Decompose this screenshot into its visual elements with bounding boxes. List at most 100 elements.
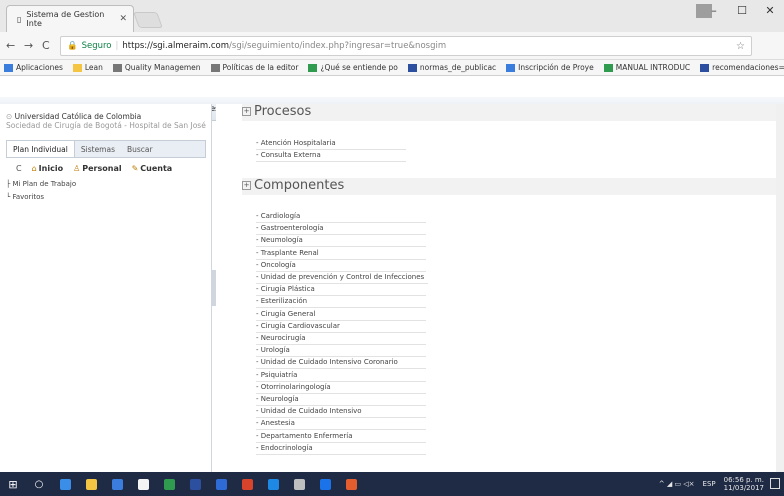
reload-icon[interactable]: C <box>42 39 50 52</box>
taskbar-app-icon[interactable] <box>78 472 104 496</box>
search-icon: ○ <box>34 478 44 490</box>
bookmark-item[interactable]: ¿Qué se entiende po <box>308 63 398 72</box>
componente-item[interactable]: - Anestesia <box>256 418 426 431</box>
componente-item[interactable]: - Unidad de prevención y Control de Infe… <box>256 272 428 284</box>
tab-plan-individual[interactable]: Plan Individual <box>7 141 75 157</box>
tab-title: Sistema de Gestion Inte <box>26 10 105 28</box>
app-icon <box>241 478 253 490</box>
org-subtitle: Sociedad de Cirugía de Bogotá - Hospital… <box>6 121 206 130</box>
bookmark-label: Políticas de la editor <box>222 63 299 72</box>
proceso-item[interactable]: - Atención Hospitalaria <box>256 138 406 150</box>
org-icon: ⊙ <box>6 112 15 121</box>
bookmark-label: Aplicaciones <box>16 63 63 72</box>
componente-item[interactable]: - Otorrinolaringología <box>256 382 426 394</box>
componente-item[interactable]: - Unidad de Cuidado Intensivo <box>256 406 426 419</box>
refresh-icon[interactable]: C <box>16 164 22 173</box>
language-indicator[interactable]: ESP <box>703 480 716 488</box>
bookmark-item[interactable]: Inscripción de Proye <box>506 63 594 72</box>
taskbar-app-icon[interactable] <box>234 472 260 496</box>
left-panel: ⊙ Universidad Católica de Colombia Socie… <box>0 104 212 472</box>
windows-taskbar: ⊞ ○ ^ ◢ ▭ ◁× ESP 06:56 p. m. 11/03/2017 <box>0 472 784 496</box>
maximize-icon[interactable]: ☐ <box>728 0 756 22</box>
taskbar-app-icon[interactable] <box>104 472 130 496</box>
bookmark-item[interactable]: Quality Managemen <box>112 63 201 72</box>
componente-item[interactable]: - Neurología <box>256 394 426 406</box>
bookmark-label: ¿Qué se entiende po <box>320 63 398 72</box>
sidebar-tabs: Plan Individual Sistemas Buscar <box>6 140 206 158</box>
close-window-icon[interactable]: ✕ <box>756 0 784 22</box>
bookmark-label: Quality Managemen <box>124 63 201 72</box>
componente-item[interactable]: - Psiquiatría <box>256 370 426 382</box>
bookmark-label: normas_de_publicac <box>419 63 497 72</box>
procesos-heading[interactable]: + Procesos <box>242 104 311 119</box>
app-icon <box>111 478 123 490</box>
componente-item[interactable]: - Cardiología <box>256 211 426 223</box>
componente-item[interactable]: - Cirugía Cardiovascular <box>256 321 426 333</box>
taskbar-app-icon[interactable] <box>312 472 338 496</box>
tree-item-plan[interactable]: ├ Mi Plan de Trabajo <box>6 180 76 188</box>
componente-item[interactable]: - Neumología <box>256 235 426 248</box>
app-icon <box>345 478 357 490</box>
bookmark-item[interactable]: Aplicaciones <box>4 63 63 72</box>
componente-item[interactable]: - Neurocirugía <box>256 333 426 345</box>
bookmark-item[interactable]: recomendaciones=s <box>700 63 784 72</box>
browser-tab[interactable]: ▯ Sistema de Gestion Inte ✕ <box>6 5 134 32</box>
start-button[interactable]: ⊞ <box>0 472 26 496</box>
taskbar-app-icon[interactable] <box>52 472 78 496</box>
tab-sistemas[interactable]: Sistemas <box>75 141 121 157</box>
procesos-title: Procesos <box>254 104 312 119</box>
componente-item[interactable]: - Gastroenterología <box>256 223 426 236</box>
bookmarks-bar: Aplicaciones Lean Quality Managemen Polític… <box>0 60 784 76</box>
componentes-title: Componentes <box>254 178 345 193</box>
taskbar-app-icon[interactable] <box>156 472 182 496</box>
tray-icons[interactable]: ^ ◢ ▭ ◁× <box>659 480 695 488</box>
bookmark-icon <box>210 63 220 72</box>
back-icon[interactable]: ← <box>6 39 15 52</box>
proceso-item[interactable]: - Consulta Externa <box>256 150 406 162</box>
componente-item[interactable]: - Trasplante Renal <box>256 248 426 260</box>
tree-item-favoritos[interactable]: └ Favoritos <box>6 193 44 201</box>
bookmark-item[interactable]: Lean <box>72 63 103 72</box>
componente-item[interactable]: - Departamento Enfermería <box>256 431 426 443</box>
taskbar-app-icon[interactable] <box>338 472 364 496</box>
bookmark-item[interactable]: normas_de_publicac <box>407 63 497 72</box>
clock[interactable]: 06:56 p. m. 11/03/2017 <box>724 476 764 492</box>
url-field[interactable]: 🔒 Seguro | https://sgi.almeraim.com/sgi/… <box>60 36 752 56</box>
bookmark-star-icon[interactable]: ☆ <box>736 41 745 52</box>
bookmark-item[interactable]: MANUAL INTRODUC <box>603 63 690 72</box>
componente-item[interactable]: - Endocrinología <box>256 443 426 455</box>
app-icon <box>85 478 97 490</box>
vertical-scrollbar[interactable] <box>776 104 784 472</box>
componente-item[interactable]: - Esterilización <box>256 296 426 309</box>
componente-item[interactable]: - Oncología <box>256 260 426 272</box>
forward-icon[interactable]: → <box>24 39 33 52</box>
menu-personal[interactable]: ♙ Personal <box>73 164 122 173</box>
taskbar-app-icon[interactable] <box>286 472 312 496</box>
menu-cuenta[interactable]: ✎ Cuenta <box>132 164 173 173</box>
expand-icon: + <box>242 107 251 116</box>
app-icon <box>189 478 201 490</box>
taskbar-app-icon[interactable] <box>208 472 234 496</box>
componente-item[interactable]: - Cirugía Plástica <box>256 284 426 297</box>
componente-item[interactable]: - Cirugía General <box>256 309 426 321</box>
bookmark-label: Lean <box>84 63 103 72</box>
clock-time: 06:56 p. m. <box>723 476 764 484</box>
procesos-header-bar <box>242 104 776 121</box>
close-tab-icon[interactable]: ✕ <box>119 14 127 24</box>
taskbar-app-icon[interactable] <box>182 472 208 496</box>
bookmark-item[interactable]: Políticas de la editor <box>210 63 299 72</box>
minimize-icon[interactable]: – <box>700 0 728 22</box>
url-host: https://sgi.almeraim.com <box>122 41 230 51</box>
taskbar-app-icon[interactable] <box>130 472 156 496</box>
bookmark-icon <box>506 63 516 72</box>
menu-inicio[interactable]: ⌂ Inicio <box>32 164 63 173</box>
bookmark-icon <box>308 63 318 72</box>
search-button[interactable]: ○ <box>26 472 52 496</box>
taskbar-app-icon[interactable] <box>260 472 286 496</box>
tab-buscar[interactable]: Buscar <box>121 141 159 157</box>
notifications-icon[interactable] <box>770 478 780 489</box>
componentes-heading[interactable]: + Componentes <box>242 178 344 193</box>
componente-item[interactable]: - Urología <box>256 345 426 358</box>
new-tab-button[interactable] <box>133 12 163 28</box>
componente-item[interactable]: - Unidad de Cuidado Intensivo Coronario <box>256 357 426 370</box>
